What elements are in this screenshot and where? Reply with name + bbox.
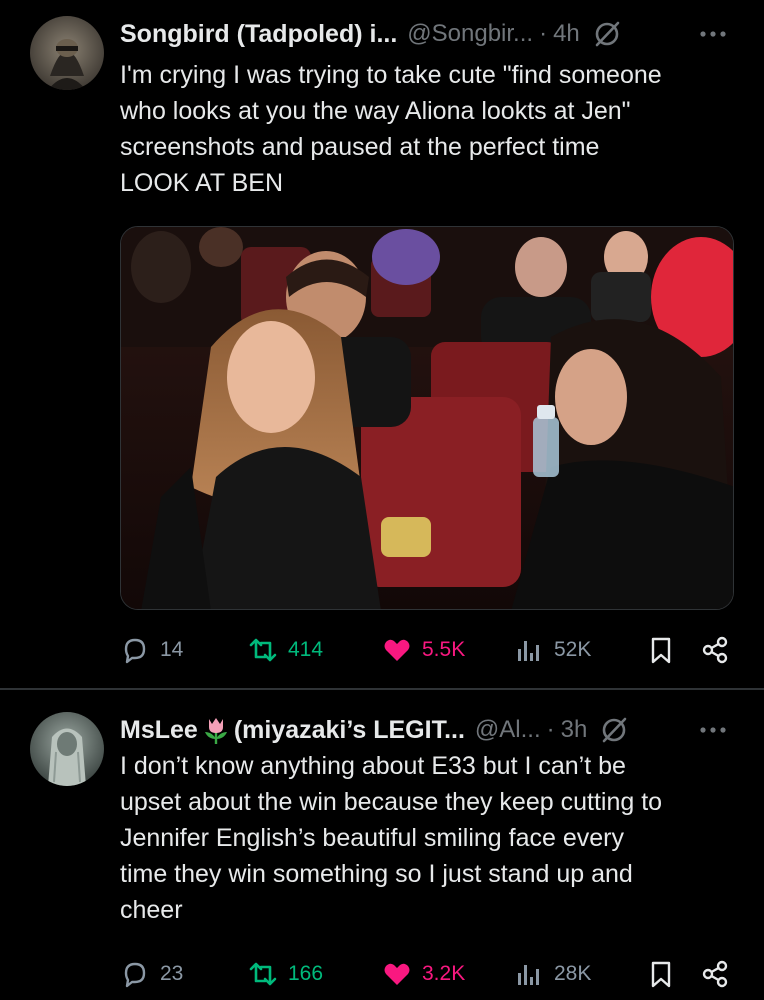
user-handle[interactable]: @Al... [475,716,541,744]
reply-count: 23 [160,962,184,985]
tweet-image[interactable] [120,226,734,610]
tweet-header: MsLee (miyazaki’s LEGIT... @Al... · 3h [120,712,744,748]
like-count: 5.5K [422,638,466,661]
tulip-emoji-icon [204,718,227,744]
reply-icon [124,638,146,664]
timestamp[interactable]: 3h [561,716,588,744]
tweet-actions: 23 166 3.2K 28K [120,954,734,994]
separator-dot: · [539,20,548,47]
tweet-header: Songbird (Tadpoled) i... @Songbir... · 4… [120,16,744,52]
views-icon [518,641,539,661]
display-name-suffix[interactable]: (miyazaki’s LEGIT... [234,716,465,745]
display-name[interactable]: Songbird (Tadpoled) i... [120,20,397,49]
heart-icon [384,963,410,985]
timestamp[interactable]: 4h [553,20,580,48]
avatar[interactable] [30,16,104,90]
bookmark-icon [651,961,671,988]
grok-icon[interactable] [592,19,622,49]
bookmark-button[interactable] [646,630,676,670]
more-icon[interactable] [698,718,728,742]
share-icon [702,960,728,988]
retweet-icon [249,962,277,986]
like-count: 3.2K [422,962,466,985]
tweet-text: I don’t know anything about E33 but I ca… [120,752,663,924]
views-icon [518,965,539,985]
view-count: 52K [554,638,592,661]
display-name-prefix[interactable]: MsLee [120,716,198,745]
heart-icon [384,639,410,661]
like-button[interactable]: 5.5K [382,630,465,670]
bookmark-icon [651,637,671,664]
reply-button[interactable]: 14 [120,630,183,670]
retweet-icon [249,638,277,662]
grok-icon[interactable] [599,715,629,745]
tweet-actions: 14 414 5.5K 52K [120,630,734,670]
share-button[interactable] [700,954,730,994]
retweet-count: 166 [288,962,324,985]
more-icon[interactable] [698,22,728,46]
view-count: 28K [554,962,592,985]
share-button[interactable] [700,630,730,670]
like-button[interactable]: 3.2K [382,954,465,994]
separator-dot: · [546,716,555,743]
share-icon [702,636,728,664]
retweet-button[interactable]: 166 [248,954,323,994]
retweet-button[interactable]: 414 [248,630,323,670]
avatar[interactable] [30,712,104,786]
tweet-text: I'm crying I was trying to take cute "fi… [120,61,662,197]
reply-count: 14 [160,638,184,661]
user-handle[interactable]: @Songbir... [407,20,533,48]
reply-button[interactable]: 23 [120,954,183,994]
reply-icon [124,962,146,988]
bookmark-button[interactable] [646,954,676,994]
views-button[interactable]: 28K [514,954,591,994]
views-button[interactable]: 52K [514,630,591,670]
retweet-count: 414 [288,638,324,661]
tweet[interactable]: Songbird (Tadpoled) i... @Songbir... · 4… [0,0,764,688]
